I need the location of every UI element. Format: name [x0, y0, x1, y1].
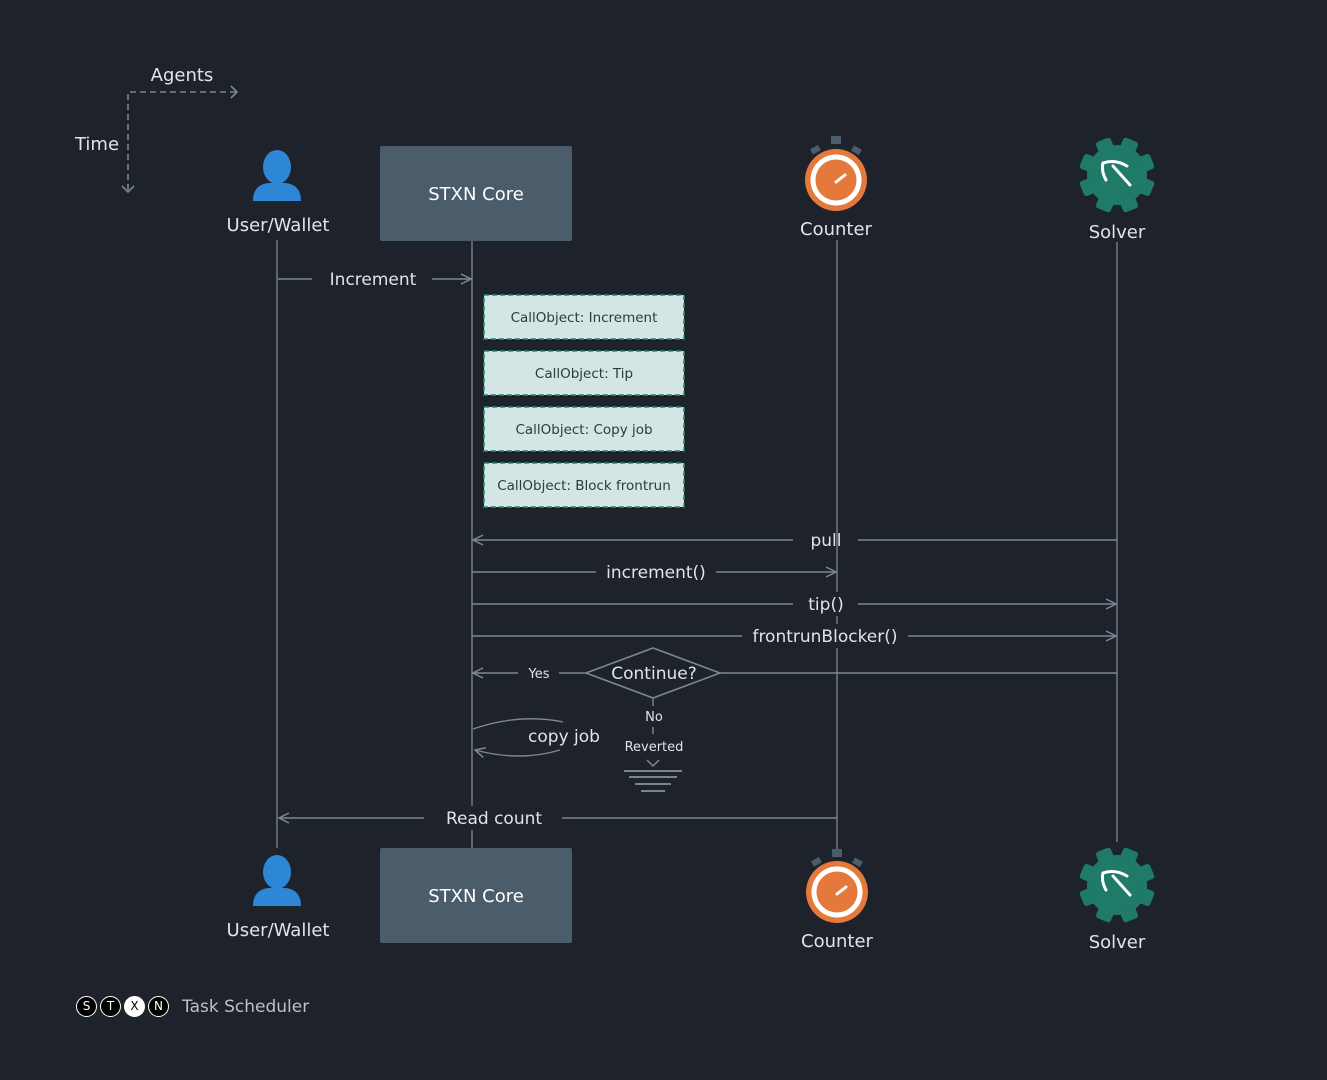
no-label: No — [645, 710, 663, 725]
copy-job-label: copy job — [528, 727, 600, 747]
user-icon — [253, 150, 301, 201]
user-wallet-label: User/Wallet — [227, 920, 330, 941]
actor-solver-top: Solver — [1079, 137, 1155, 243]
agents-label: Agents — [151, 65, 214, 86]
time-label: Time — [74, 134, 119, 155]
call-object: CallObject: Copy job — [483, 406, 685, 452]
footer-brand: S T X N Task Scheduler — [76, 996, 309, 1017]
actor-core-bottom: STXN Core — [380, 848, 572, 943]
user-icon — [253, 855, 301, 906]
call-object-label: CallObject: Copy job — [515, 422, 652, 438]
actor-core-top: STXN Core — [380, 146, 572, 241]
sequence-diagram: Agents Time User/Wallet STXN Core Counte… — [74, 65, 1155, 953]
call-object-label: CallObject: Increment — [511, 310, 658, 326]
ground-revert-icon — [624, 759, 682, 792]
pickaxe-gear-icon — [1079, 847, 1155, 923]
read-count-label: Read count — [446, 809, 542, 829]
call-objects: CallObject: Increment CallObject: Tip Ca… — [483, 294, 685, 508]
core-label: STXN Core — [428, 886, 524, 907]
logo-letter-s: S — [76, 996, 97, 1017]
pull-label: pull — [810, 531, 841, 551]
logo-letter-t: T — [100, 996, 121, 1017]
tip-call-label: tip() — [808, 595, 843, 615]
pickaxe-gear-icon — [1079, 137, 1155, 213]
message-copy-job: copy job — [472, 718, 600, 756]
frontrun-call-label: frontrunBlocker() — [752, 627, 897, 647]
solver-label: Solver — [1089, 222, 1146, 243]
call-object-label: CallObject: Block frontrun — [497, 478, 671, 494]
call-object-label: CallObject: Tip — [535, 366, 633, 382]
actor-user-top: User/Wallet — [227, 150, 330, 236]
decision-continue: Continue? Yes No Reverted — [473, 647, 1117, 792]
counter-label: Counter — [800, 219, 873, 240]
message-frontrun-call: frontrunBlocker() — [472, 624, 1116, 648]
message-increment: Increment — [278, 270, 471, 290]
solver-label: Solver — [1089, 932, 1146, 953]
message-pull: pull — [473, 531, 1117, 551]
call-object: CallObject: Block frontrun — [483, 462, 685, 508]
stopwatch-icon — [806, 849, 868, 923]
logo-letter-n: N — [148, 996, 169, 1017]
logo-letter-x: X — [124, 996, 145, 1017]
message-read-count: Read count — [279, 806, 837, 830]
user-wallet-label: User/Wallet — [227, 215, 330, 236]
actor-user-bottom: User/Wallet — [227, 855, 330, 941]
increment-call-label: increment() — [606, 563, 706, 583]
yes-label: Yes — [528, 667, 550, 682]
footer-title: Task Scheduler — [182, 996, 310, 1017]
reverted-label: Reverted — [625, 740, 684, 755]
message-tip-call: tip() — [472, 592, 1116, 616]
counter-label: Counter — [801, 931, 874, 952]
actor-counter-bottom: Counter — [801, 849, 874, 952]
call-object: CallObject: Tip — [483, 350, 685, 396]
stopwatch-icon — [805, 136, 867, 211]
increment-label: Increment — [330, 270, 417, 290]
call-object: CallObject: Increment — [483, 294, 685, 340]
actor-solver-bottom: Solver — [1079, 847, 1155, 953]
message-increment-call: increment() — [472, 563, 836, 583]
continue-label: Continue? — [611, 664, 696, 684]
axes-dashed-line — [127, 91, 236, 190]
core-label: STXN Core — [428, 184, 524, 205]
axes-legend: Agents Time — [74, 65, 239, 194]
actor-counter-top: Counter — [800, 136, 873, 240]
